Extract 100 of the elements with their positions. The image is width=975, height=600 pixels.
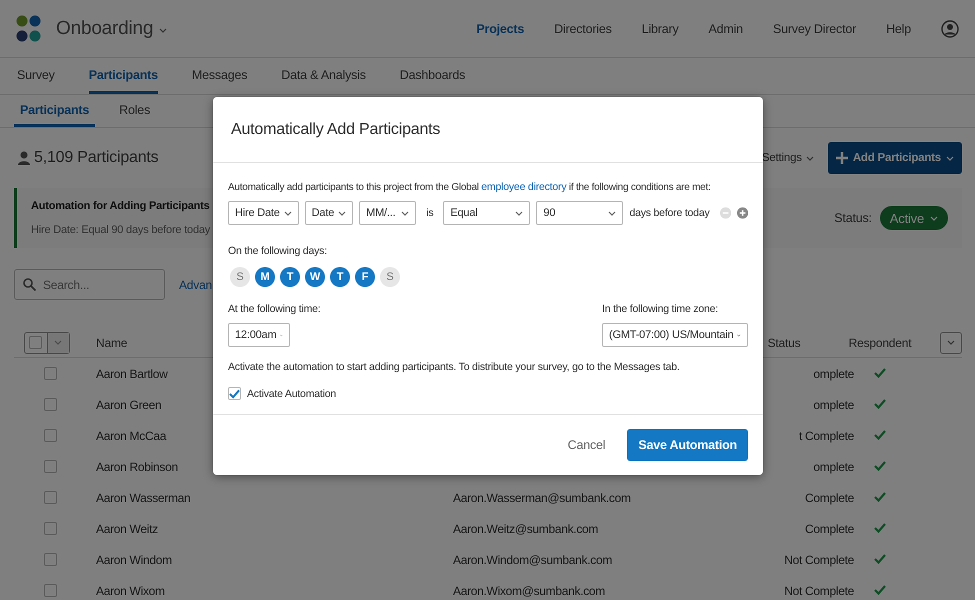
days-label: On the following days: — [228, 245, 328, 257]
tab[interactable]: Survey — [17, 58, 55, 94]
row-checkbox[interactable] — [44, 491, 57, 504]
row-checkbox[interactable] — [44, 522, 57, 535]
check-icon — [874, 584, 886, 594]
status-cell: omplete — [813, 398, 854, 412]
email-cell: Aaron.Windom@sumbank.com — [453, 552, 612, 566]
email-cell: Aaron.Wixom@sumbank.com — [453, 584, 605, 598]
intro-text: Automatically add participants to this project from the Global employee directory if the following conditions are met: — [228, 181, 712, 193]
chevron-down-icon — [930, 216, 938, 220]
check-icon — [874, 554, 886, 564]
select-all-control[interactable] — [24, 332, 70, 354]
type-dropdown[interactable]: Date — [304, 201, 354, 225]
status-dropdown[interactable]: Active — [880, 206, 948, 230]
name-cell: Aaron McCaa — [96, 428, 166, 442]
activation-note: Activate the automation to start adding participants. To distribute your survey, go to the Messages tab. — [228, 361, 681, 373]
chevron-down-icon — [54, 340, 62, 345]
email-cell: Aaron.Weitz@sumbank.com — [453, 522, 598, 536]
chevron-down-icon — [159, 28, 168, 32]
project-title[interactable]: Onboarding — [56, 18, 154, 40]
timezone-label: In the following time zone: — [602, 303, 718, 315]
tab[interactable]: Data & Analysis — [281, 58, 366, 94]
nav-link[interactable]: Directories — [554, 22, 612, 36]
day-toggle[interactable]: S — [230, 267, 250, 287]
row-checkbox[interactable] — [44, 398, 57, 411]
status-cell: t Complete — [798, 428, 854, 442]
user-avatar-icon[interactable] — [941, 20, 959, 38]
name-cell: Aaron Windom — [96, 552, 172, 566]
status-cell: Not Complete — [784, 552, 854, 566]
operator-label: is — [426, 207, 434, 219]
status-cell: omplete — [813, 460, 854, 474]
advanced-link[interactable]: Advan — [179, 278, 212, 292]
name-cell: Aaron Wixom — [96, 584, 165, 598]
chevron-down-icon — [515, 210, 524, 216]
timezone-dropdown[interactable]: (GMT-07:00) US/Mountain — [602, 323, 748, 347]
column-options-button[interactable] — [940, 332, 962, 354]
check-icon — [229, 388, 240, 398]
search-icon — [23, 278, 36, 291]
sub-tab[interactable]: Participants — [14, 95, 96, 127]
card-summary: Hire Date: Equal 90 days before today — [31, 224, 210, 236]
chevron-down-icon — [338, 210, 346, 216]
chevron-down-icon — [947, 340, 955, 345]
name-cell: Aaron Wasserman — [96, 490, 190, 504]
row-checkbox[interactable] — [44, 429, 57, 442]
name-cell: Aaron Green — [96, 398, 162, 412]
column-header: Respondent — [848, 336, 912, 350]
name-cell: Aaron Weitz — [96, 522, 158, 536]
field-dropdown[interactable]: Hire Date — [228, 201, 299, 225]
format-dropdown[interactable]: MM/... — [359, 201, 416, 225]
name-cell: Aaron Robinson — [96, 460, 178, 474]
day-toggle[interactable]: S — [380, 267, 400, 287]
add-participants-button[interactable]: Add Participants — [828, 142, 962, 174]
logo-icon — [16, 14, 42, 42]
nav-link[interactable]: Help — [886, 22, 911, 36]
tab[interactable]: Dashboards — [400, 58, 466, 94]
activate-checkbox[interactable] — [228, 387, 241, 400]
check-icon — [874, 492, 886, 502]
day-toggle[interactable]: W — [305, 267, 325, 287]
chevron-down-icon — [401, 210, 410, 216]
sub-tab[interactable]: Roles — [113, 95, 156, 127]
nav-link[interactable]: Survey Director — [772, 22, 856, 36]
status-cell: omplete — [813, 366, 854, 380]
row-checkbox[interactable] — [44, 367, 57, 380]
value-dropdown[interactable]: 90 — [536, 201, 624, 225]
nav-link[interactable]: Projects — [476, 22, 524, 36]
status-cell: Not Complete — [784, 584, 854, 598]
dialog-title: Automatically Add Participants — [213, 97, 763, 163]
day-toggle[interactable]: F — [355, 267, 375, 287]
email-cell: Aaron.Wasserman@sumbank.com — [453, 490, 631, 504]
directory-link[interactable]: employee directory — [481, 181, 566, 193]
row-checkbox[interactable] — [44, 584, 57, 597]
row-checkbox[interactable] — [44, 553, 57, 566]
chevron-down-icon — [806, 156, 814, 160]
search-field[interactable]: Search... — [14, 269, 165, 300]
nav-link[interactable]: Admin — [708, 22, 743, 36]
tab[interactable]: Participants — [88, 58, 158, 94]
chevron-down-icon — [284, 210, 292, 216]
day-toggle[interactable]: T — [280, 267, 300, 287]
time-dropdown[interactable]: 12:00am — [228, 323, 290, 347]
status-cell: Complete — [805, 522, 854, 536]
day-toggle[interactable]: T — [330, 267, 350, 287]
participant-count: 5,109 Participants — [34, 149, 158, 167]
day-toggle[interactable]: M — [255, 267, 275, 287]
chevron-down-icon — [608, 210, 616, 216]
check-icon — [874, 368, 886, 378]
operator-dropdown[interactable]: Equal — [443, 201, 530, 225]
check-icon — [874, 430, 886, 440]
activate-label: Activate Automation — [247, 388, 336, 400]
person-icon — [18, 151, 30, 165]
add-icon[interactable] — [736, 207, 748, 219]
save-automation-button[interactable]: Save Automation — [627, 429, 748, 461]
suffix-text: days before today — [629, 207, 710, 219]
status-label: Status: — [834, 211, 872, 225]
plus-icon — [836, 152, 848, 164]
check-icon — [874, 460, 886, 470]
chevron-down-icon — [946, 156, 954, 160]
nav-link[interactable]: Library — [642, 22, 678, 36]
tab[interactable]: Messages — [192, 58, 248, 94]
row-checkbox[interactable] — [44, 460, 57, 473]
cancel-button[interactable]: Cancel — [562, 437, 612, 453]
